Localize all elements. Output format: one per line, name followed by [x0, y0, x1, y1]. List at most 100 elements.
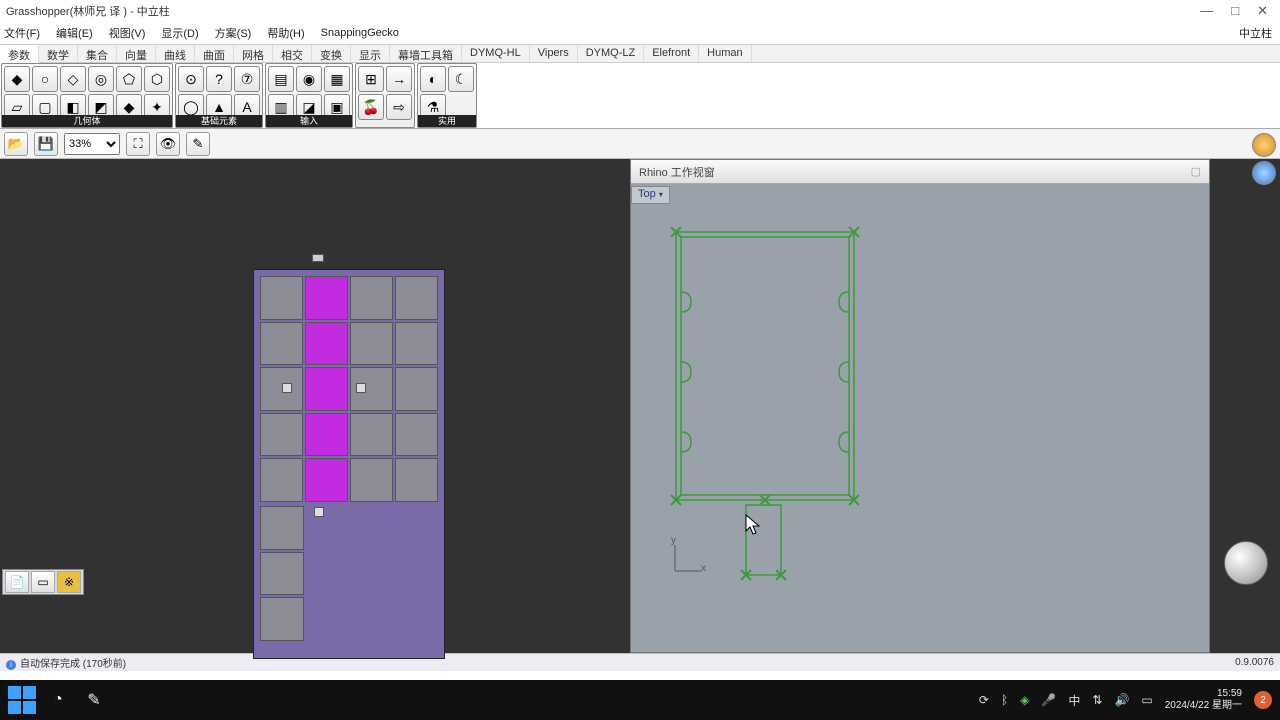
task-app1[interactable]: ◔	[44, 686, 72, 714]
close-button[interactable]: ✕	[1257, 3, 1268, 19]
save-button[interactable]: 💾	[34, 132, 58, 156]
tab-dymq-hl[interactable]: DYMQ-HL	[462, 45, 530, 62]
menu-file[interactable]: 文件(F)	[4, 25, 40, 41]
ribbon-icon[interactable]: ⬠	[116, 66, 142, 92]
tray-notification-badge[interactable]: 2	[1254, 691, 1272, 709]
grid-cell[interactable]	[395, 458, 438, 502]
grid-cell[interactable]	[305, 322, 348, 366]
tray-battery-icon[interactable]: ▭	[1141, 693, 1152, 707]
ribbon-icon[interactable]: ▦	[324, 66, 350, 92]
ribbon-icon[interactable]: ⇨	[386, 94, 412, 120]
tab-vipers[interactable]: Vipers	[530, 45, 578, 62]
tray-sync-icon[interactable]: ⟳	[979, 693, 989, 707]
tab-surface[interactable]: 曲面	[195, 45, 234, 62]
ribbon-icon[interactable]: ◐	[420, 66, 446, 92]
tray-sound-icon[interactable]: 🔊	[1114, 693, 1129, 707]
sketch-tool[interactable]: ✎	[186, 132, 210, 156]
task-app2[interactable]: ✎	[80, 686, 108, 714]
tab-intersect[interactable]: 相交	[273, 45, 312, 62]
grid-cell[interactable]	[260, 506, 304, 550]
shade-toggle[interactable]	[1252, 133, 1276, 157]
group-handle-top[interactable]	[312, 254, 324, 262]
menu-scheme[interactable]: 方案(S)	[215, 25, 252, 41]
menu-view[interactable]: 视图(V)	[109, 25, 146, 41]
ribbon-icon[interactable]: ▤	[268, 66, 294, 92]
menu-display[interactable]: 显示(D)	[161, 25, 198, 41]
grid-cell[interactable]	[395, 276, 438, 320]
zoom-extents-button[interactable]: ⛶	[126, 132, 150, 156]
ribbon-icon[interactable]: ⬡	[144, 66, 170, 92]
tray-ime[interactable]: 中	[1068, 692, 1080, 709]
grid-cell[interactable]	[305, 276, 348, 320]
grid-cell[interactable]	[305, 413, 348, 457]
tab-elefront[interactable]: Elefront	[644, 45, 699, 62]
quick-script[interactable]: ※	[57, 571, 81, 593]
canvas-quickbar: 📄 ▭ ※	[2, 569, 84, 595]
ribbon-icon[interactable]: ?	[206, 66, 232, 92]
ribbon-icon[interactable]: →	[386, 66, 412, 92]
tray-mic-icon[interactable]: 🎤	[1041, 693, 1056, 707]
grid-cell[interactable]	[260, 413, 303, 457]
doc-name-right: 中立柱	[1239, 25, 1272, 41]
tab-params[interactable]: 参数	[0, 45, 39, 63]
tray-bt-icon[interactable]: ᛒ	[1001, 693, 1008, 707]
ribbon-icon[interactable]: ◆	[4, 66, 30, 92]
resize-handle-bottom[interactable]	[314, 507, 324, 517]
menu-edit[interactable]: 编辑(E)	[56, 25, 93, 41]
grid-cell[interactable]	[350, 322, 393, 366]
tab-curve[interactable]: 曲线	[156, 45, 195, 62]
menu-snappinggecko[interactable]: SnappingGecko	[321, 27, 399, 39]
rhino-panel-close[interactable]: ▢	[1191, 165, 1201, 178]
tab-vector[interactable]: 向量	[117, 45, 156, 62]
tab-mesh[interactable]: 网格	[234, 45, 273, 62]
grid-cell[interactable]	[395, 413, 438, 457]
tray-nvidia-icon[interactable]: ◈	[1020, 693, 1029, 707]
grid-cell[interactable]	[305, 367, 348, 411]
grid-cell[interactable]	[305, 458, 348, 502]
grid-cell[interactable]	[260, 597, 304, 641]
maximize-button[interactable]: □	[1231, 3, 1239, 19]
tab-human[interactable]: Human	[699, 45, 751, 62]
ribbon-icon[interactable]: ◇	[60, 66, 86, 92]
grid-cell[interactable]	[260, 552, 304, 596]
grid-cell[interactable]	[350, 413, 393, 457]
ribbon-icon[interactable]: ⑦	[234, 66, 260, 92]
tab-sets[interactable]: 集合	[78, 45, 117, 62]
grid-cell[interactable]	[260, 458, 303, 502]
preview-toggle[interactable]: 👁	[156, 132, 180, 156]
tab-dymq-lz[interactable]: DYMQ-LZ	[578, 45, 645, 62]
resize-handle-left[interactable]	[282, 383, 292, 393]
ribbon-icon[interactable]: ◎	[88, 66, 114, 92]
ribbon-icon[interactable]: ⊙	[178, 66, 204, 92]
quick-view[interactable]: ▭	[31, 571, 55, 593]
status-text: 自动保存完成 (170秒前)	[20, 659, 126, 670]
resize-handle-right[interactable]	[356, 383, 366, 393]
viewport-nav-ball[interactable]	[1224, 541, 1268, 585]
ribbon-group-label: 实用	[418, 115, 476, 127]
open-button[interactable]: 📂	[4, 132, 28, 156]
grid-cell[interactable]	[260, 322, 303, 366]
quick-doc[interactable]: 📄	[5, 571, 29, 593]
ribbon-icon[interactable]: ◉	[296, 66, 322, 92]
grid-cell[interactable]	[350, 458, 393, 502]
menu-help[interactable]: 帮助(H)	[267, 25, 304, 41]
ribbon-icon[interactable]: ⊞	[358, 66, 384, 92]
tray-clock[interactable]: 15:59 2024/4/22 星期一	[1165, 688, 1242, 712]
grid-cell[interactable]	[395, 322, 438, 366]
tab-curtainwall[interactable]: 幕墙工具箱	[390, 45, 462, 62]
grid-cell[interactable]	[395, 367, 438, 411]
grid-cell[interactable]	[350, 276, 393, 320]
grid-cell[interactable]	[260, 276, 303, 320]
ribbon-icon[interactable]: 🍒	[358, 94, 384, 120]
ribbon-icon[interactable]: ○	[32, 66, 58, 92]
start-button[interactable]	[8, 686, 36, 714]
tab-transform[interactable]: 变换	[312, 45, 351, 62]
panel-grid-lower[interactable]	[260, 506, 304, 641]
tray-wifi-icon[interactable]: ⇅	[1092, 693, 1102, 707]
tab-display[interactable]: 显示	[351, 45, 390, 62]
render-toggle[interactable]	[1252, 161, 1276, 185]
minimize-button[interactable]: —	[1200, 3, 1213, 19]
ribbon-icon[interactable]: ☾	[448, 66, 474, 92]
zoom-select[interactable]: 33%	[64, 133, 120, 155]
tab-math[interactable]: 数学	[39, 45, 78, 62]
